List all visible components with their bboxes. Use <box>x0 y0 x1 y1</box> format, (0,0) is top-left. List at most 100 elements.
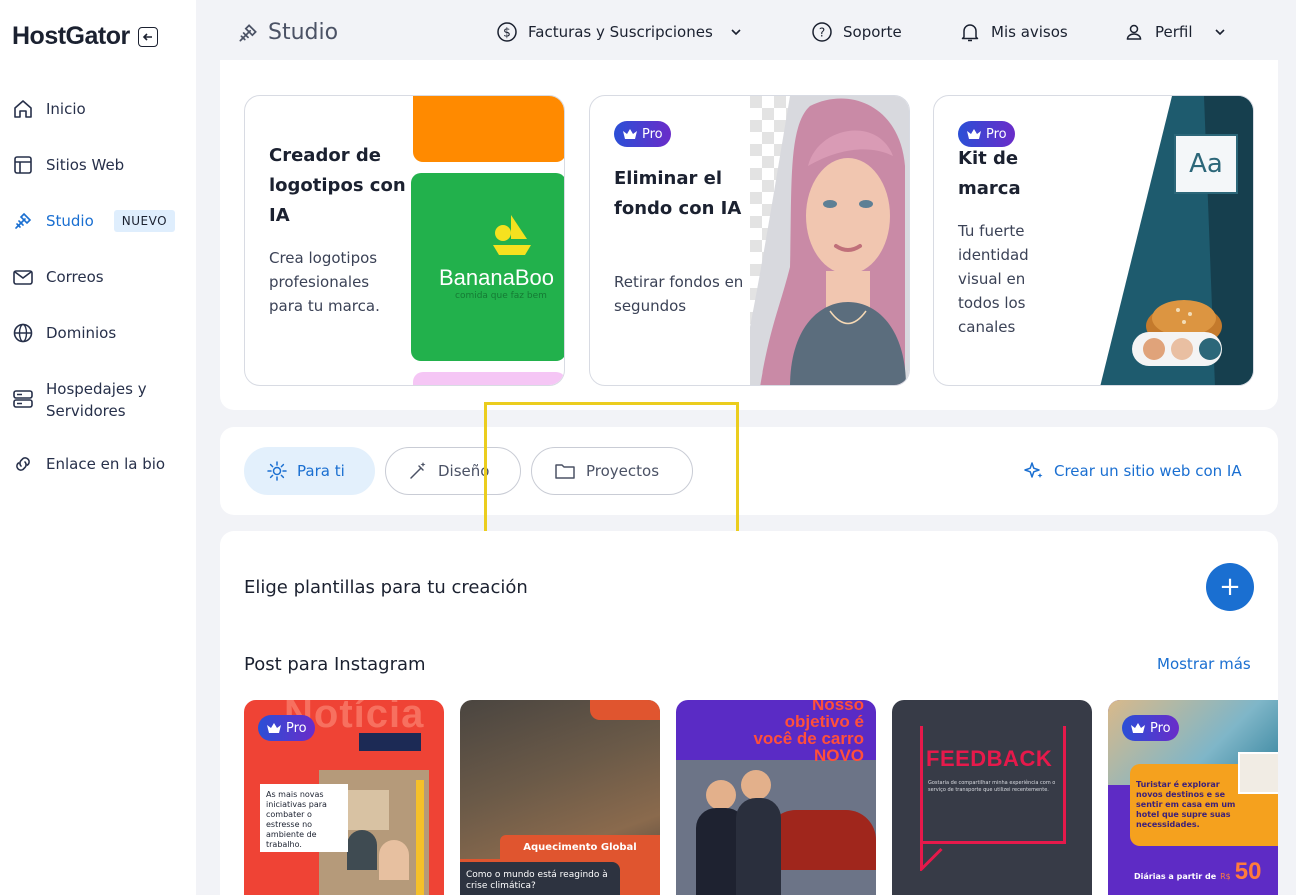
template-textbox: As mais novas iniciativas para combater … <box>260 784 348 852</box>
brand-kit-image: Aa <box>1094 96 1253 385</box>
instagram-template-card[interactable]: Nosso objetivo é você de carro NOVO <box>676 700 876 895</box>
page-title: Studio <box>236 20 338 45</box>
sidebar-item-label: Dominios <box>46 324 117 342</box>
help-icon: ? <box>812 22 832 42</box>
pro-badge-label: Pro <box>986 126 1007 142</box>
globe-icon <box>13 323 33 343</box>
profile-menu[interactable]: Perfil <box>1123 21 1227 43</box>
pink-tile <box>413 372 564 385</box>
templates-heading: Elige plantillas para tu creación <box>244 577 528 598</box>
sidebar-item-label: Correos <box>46 268 104 286</box>
notifications-menu[interactable]: Mis avisos <box>959 21 1068 43</box>
create-website-ai-label: Crear un sitio web con IA <box>1054 462 1242 480</box>
collapse-sidebar-icon[interactable] <box>137 26 158 47</box>
pro-badge-label: Pro <box>286 720 307 736</box>
dollar-icon: $ <box>497 22 517 42</box>
yellow-bar <box>416 780 424 895</box>
price-label: Diárias a partir de <box>1134 872 1217 881</box>
orange-strip <box>590 700 660 720</box>
chevron-down-icon <box>1214 29 1225 36</box>
user-icon <box>1126 24 1142 40</box>
template-text: Gostaria de compartilhar minha experiênc… <box>928 780 1056 793</box>
chevron-down-icon <box>731 29 741 36</box>
crown-icon <box>967 129 981 139</box>
template-headline: FEEDBACK <box>926 746 1053 772</box>
remove-background-card[interactable]: Pro Eliminar el fondo con IA Retirar fon… <box>589 95 910 386</box>
navy-block <box>359 733 421 751</box>
sparkle-icon <box>267 461 287 481</box>
notifications-menu-label: Mis avisos <box>991 23 1068 41</box>
sidebar-item-label: Studio <box>46 212 94 230</box>
instagram-template-card[interactable]: Aquecimento Global Como o mundo está rea… <box>460 700 660 895</box>
pro-badge: Pro <box>614 121 671 147</box>
tab-para-ti[interactable]: Para ti <box>244 447 375 495</box>
profile-menu-label: Perfil <box>1155 23 1193 41</box>
sidebar-item-label: Inicio <box>46 100 86 118</box>
billing-menu-label: Facturas y Suscripciones <box>528 23 713 41</box>
pro-badge-label: Pro <box>1150 720 1171 736</box>
sidebar-item-dominios[interactable]: Dominios <box>12 322 116 344</box>
svg-text:?: ? <box>819 26 825 40</box>
pro-badge: Pro <box>258 715 315 741</box>
instagram-template-card[interactable]: FEEDBACK Gostaria de compartilhar minha … <box>892 700 1092 895</box>
price-currency: R$ <box>1220 872 1231 881</box>
speech-tail-icon <box>920 841 943 871</box>
crown-icon <box>267 723 281 733</box>
bell-icon <box>961 24 979 42</box>
sidebar-item-label: Sitios Web <box>46 156 125 174</box>
studio-icon <box>15 212 32 229</box>
sidebar-item-label: Enlace en la bio <box>46 455 166 473</box>
brand-sample-subtext: comida que faz bem <box>455 291 547 301</box>
card-description: Tu fuerte identidad visual en todos los … <box>958 222 1029 336</box>
crown-icon <box>1131 723 1145 733</box>
home-icon <box>14 100 32 118</box>
logo-creator-card[interactable]: Creador de logotipos con IA Crea logotip… <box>244 95 565 386</box>
instagram-template-card[interactable]: Turistar é explorar novos destinos e se … <box>1108 700 1278 895</box>
price-row: Diárias a partir de R$ 50 <box>1134 858 1261 886</box>
server-icon <box>13 390 33 408</box>
logo-preview-image: BananaBoo comida que faz bem <box>411 96 564 385</box>
page-title-text: Studio <box>268 20 339 45</box>
boat-logo-icon <box>493 213 531 255</box>
sidebar-item-enlace-bio[interactable]: Enlace en la bio <box>12 453 165 475</box>
card-title: Kit de marca <box>958 148 1021 199</box>
magic-wand-icon <box>410 462 426 479</box>
sidebar-item-label: Hospedajes y Servidores <box>46 380 147 420</box>
mail-icon <box>13 270 33 285</box>
billing-menu[interactable]: $ Facturas y Suscripciones <box>496 21 743 43</box>
card-title: Creador de logotipos con IA <box>269 145 406 226</box>
sidebar-item-studio[interactable]: Studio NUEVO <box>12 210 176 232</box>
orange-tile <box>413 96 564 162</box>
card-description: Crea logotipos profesionales para tu mar… <box>269 249 380 315</box>
sidebar-item-inicio[interactable]: Inicio <box>12 98 86 120</box>
woman-portrait-image <box>750 96 909 385</box>
add-template-button[interactable]: + <box>1206 563 1254 611</box>
price-value: 50 <box>1234 858 1262 885</box>
highlight-box <box>484 402 739 543</box>
typography-sample: Aa <box>1174 134 1238 194</box>
car-photo <box>676 760 876 895</box>
green-tile: BananaBoo comida que faz bem <box>411 173 564 361</box>
template-text: As mais novas iniciativas para combater … <box>266 790 327 849</box>
tab-label: Diseño <box>438 462 490 480</box>
template-headline: Aquecimento Global <box>500 835 660 859</box>
sidebar-item-correos[interactable]: Correos <box>12 266 104 288</box>
sidebar-item-sitios-web[interactable]: Sitios Web <box>12 154 124 176</box>
instagram-heading: Post para Instagram <box>244 654 426 675</box>
instagram-template-card[interactable]: Notícia As mais novas iniciativas para c… <box>244 700 444 895</box>
brand-kit-card[interactable]: Pro Kit de marca Tu fuerte identidad vis… <box>933 95 1254 386</box>
create-website-ai-link[interactable]: Crear un sitio web con IA <box>1024 461 1242 481</box>
support-menu[interactable]: ? Soporte <box>811 21 902 43</box>
sidebar: HostGator Inicio Sitios Web Studio NUEVO… <box>0 0 196 895</box>
link-icon <box>16 457 30 471</box>
show-more-link[interactable]: Mostrar más <box>1157 655 1251 673</box>
brand-sample-text: BananaBoo <box>439 265 554 290</box>
pro-badge-label: Pro <box>642 126 663 142</box>
card-title: Eliminar el fondo con IA <box>614 168 742 219</box>
layout-icon <box>14 156 32 174</box>
tab-label: Para ti <box>297 462 345 480</box>
hostgator-logo[interactable]: HostGator <box>12 22 130 51</box>
card-description: Retirar fondos en segundos <box>614 273 744 315</box>
sidebar-item-hospedajes[interactable]: Hospedajes y Servidores <box>12 378 166 422</box>
ai-sparkle-icon <box>1024 462 1043 478</box>
